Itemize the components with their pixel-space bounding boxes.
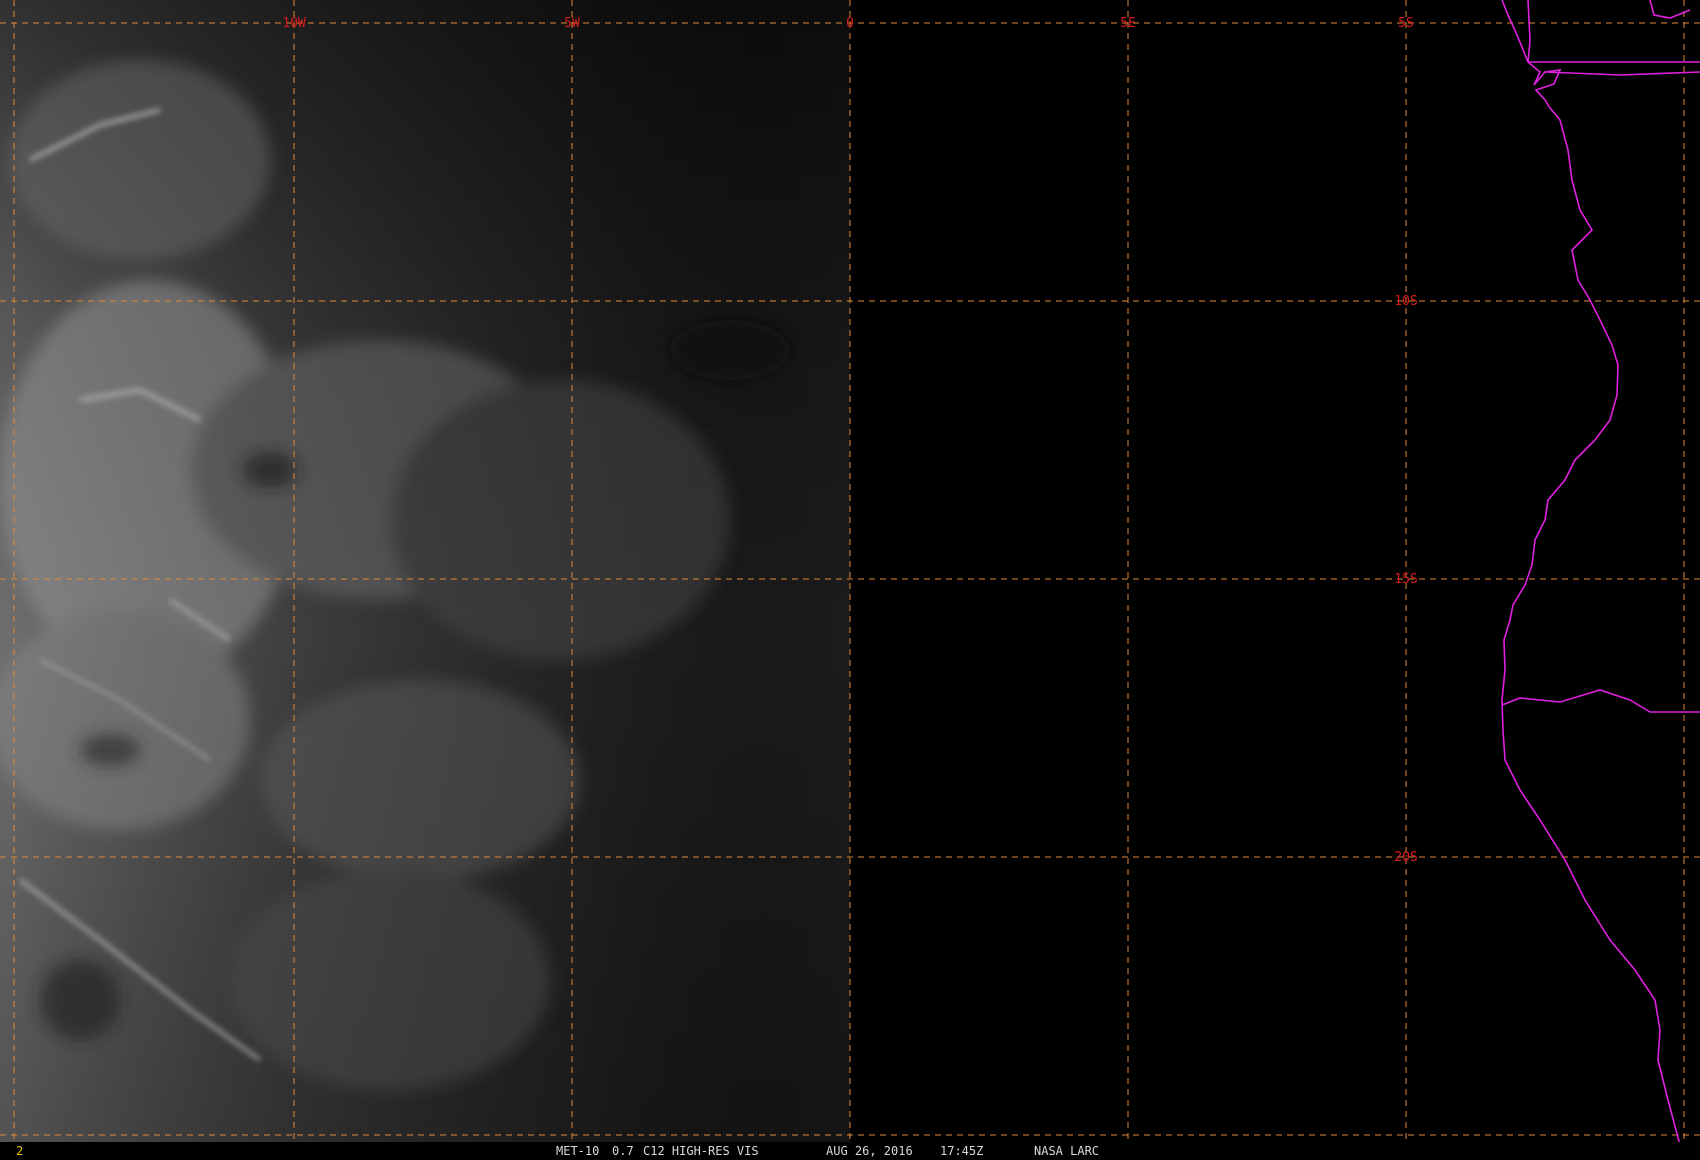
data-source: NASA LARC [1034,1144,1100,1158]
african-coastline [1501,0,1681,1146]
frame-number: 2 [16,1144,24,1158]
satellite-image-viewer: 10W 5W 0 5E 5S 10S 15S 20S 2 MET-10 0.7 C12 HIG… [0,0,1700,1160]
angola-namibia-border [1501,689,1700,713]
longitude-label: 0 [846,16,854,31]
satellite-map: 10W 5W 0 5E 5S 10S 15S 20S [0,0,1700,1146]
image-time: 17:45Z [940,1144,984,1158]
satellite-name: MET-10 [556,1144,600,1158]
drc-angola-border [1544,71,1700,76]
cloud-imagery [0,0,850,1143]
latitude-label: 15S [1394,572,1417,587]
image-date: AUG 26, 2016 [826,1144,913,1158]
longitude-label: 5W [564,16,580,31]
product-name: C12 HIGH-RES VIS [643,1144,759,1158]
coastline-boundaries [1501,0,1700,1146]
wavelength: 0.7 [612,1144,634,1158]
status-bar: 2 MET-10 0.7 C12 HIGH-RES VIS AUG 26, 20… [0,1142,1700,1160]
latitude-label: 10S [1394,294,1417,309]
longitude-label: 5E [1120,16,1136,31]
latitude-label: 5S [1398,16,1414,31]
longitude-label: 10W [282,16,306,31]
cabinda-border [1527,0,1531,63]
latitude-label: 20S [1394,850,1417,865]
